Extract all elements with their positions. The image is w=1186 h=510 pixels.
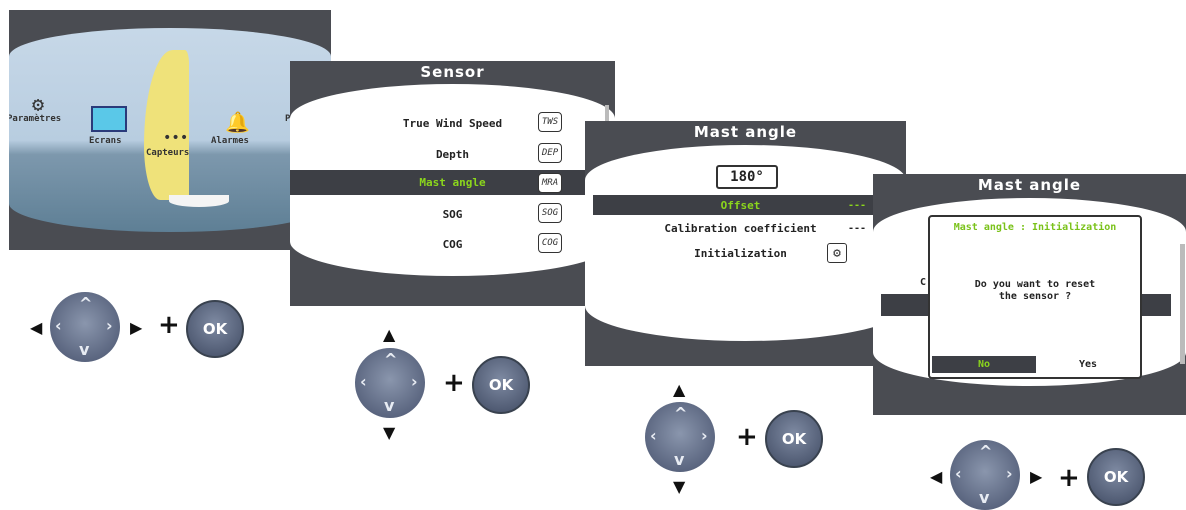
up-arrow-icon: ▲ [383, 325, 396, 344]
angle-value-box: 180° [716, 165, 778, 189]
dialog-message-line1: Do you want to reset [974, 279, 1096, 290]
screen-sensor: Sensor True Wind Speed TWS Depth DEP Mas… [290, 61, 615, 306]
chevron-right-icon: › [701, 426, 708, 445]
page-title: Sensor [420, 63, 485, 81]
plus-sign: + [1058, 463, 1080, 493]
sog-icon: SOG [538, 203, 562, 223]
chevron-down-icon: v [384, 396, 395, 415]
chevron-up-icon: ^ [674, 404, 688, 423]
chevron-up-icon: ^ [79, 294, 93, 313]
menu-item-ecrans[interactable]: Ecrans [89, 136, 122, 146]
down-arrow-icon: ▼ [383, 423, 396, 442]
direction-pad[interactable]: ^ ‹ › v [50, 292, 120, 362]
plus-sign: + [158, 310, 180, 340]
list-item[interactable]: COG [290, 233, 615, 255]
chevron-left-icon: ‹ [955, 464, 962, 483]
plus-sign: + [736, 422, 758, 452]
left-arrow-icon: ◀ [30, 318, 43, 337]
screen-initialization: Mast angle C Mast angle : Initialization… [873, 174, 1186, 415]
dialog-message-line2: the sensor ? [998, 291, 1072, 302]
mast-angle-icon: MRA [538, 173, 562, 193]
chevron-left-icon: ‹ [360, 372, 367, 391]
left-arrow-icon: ◀ [930, 467, 943, 486]
boat-hull [169, 195, 229, 207]
chevron-left-icon: ‹ [55, 316, 62, 335]
direction-pad[interactable]: ^ ‹ › v [355, 348, 425, 418]
bell-icon[interactable]: 🔔 [225, 110, 250, 134]
chevron-down-icon: v [979, 488, 990, 507]
dialog-title: Mast angle : Initialization [953, 222, 1117, 233]
gear-icon[interactable]: ⚙ [827, 243, 847, 263]
background-row-label: C [920, 277, 927, 288]
right-arrow-icon: ▶ [130, 318, 143, 337]
chevron-up-icon: ^ [979, 442, 993, 461]
depth-icon: DEP [538, 143, 562, 163]
down-arrow-icon: ▼ [673, 477, 686, 496]
scrollbar[interactable] [1180, 244, 1185, 364]
screens-icon[interactable] [91, 106, 127, 132]
chevron-left-icon: ‹ [650, 426, 657, 445]
right-arrow-icon: ▶ [1030, 467, 1043, 486]
plus-sign: + [443, 368, 465, 398]
menu-item-alarmes[interactable]: Alarmes [211, 136, 249, 146]
menu-item-capteurs[interactable]: Capteurs [146, 148, 189, 158]
list-item-selected[interactable]: Mast angle [290, 170, 615, 195]
gear-icon[interactable]: ⚙ [32, 92, 44, 116]
ok-button[interactable]: OK [765, 410, 823, 468]
direction-pad[interactable]: ^ ‹ › v [645, 402, 715, 472]
tws-icon: TWS [538, 112, 562, 132]
ok-button[interactable]: OK [186, 300, 244, 358]
list-item[interactable]: Depth [290, 143, 615, 165]
no-button[interactable]: No [932, 356, 1036, 373]
chevron-up-icon: ^ [384, 350, 398, 369]
ok-button[interactable]: OK [1087, 448, 1145, 506]
initialization-row[interactable]: Initialization [593, 242, 898, 264]
chevron-right-icon: › [1006, 464, 1013, 483]
chevron-down-icon: v [674, 450, 685, 469]
direction-pad[interactable]: ^ ‹ › v [950, 440, 1020, 510]
yes-button[interactable]: Yes [1038, 356, 1138, 373]
up-arrow-icon: ▲ [673, 380, 686, 399]
chevron-right-icon: › [411, 372, 418, 391]
list-item[interactable]: True Wind Speed [290, 112, 615, 134]
offset-row[interactable]: Offset --- [593, 195, 898, 215]
ok-button[interactable]: OK [472, 356, 530, 414]
confirm-dialog: Mast angle : Initialization Do you want … [928, 215, 1142, 379]
screen-mast-angle: Mast angle 180° Offset --- Calibration c… [585, 121, 906, 366]
cog-icon: COG [538, 233, 562, 253]
chevron-down-icon: v [79, 340, 90, 359]
list-item[interactable]: SOG [290, 203, 615, 225]
page-title: Mast angle [977, 176, 1082, 194]
chevron-right-icon: › [106, 316, 113, 335]
page-title: Mast angle [693, 123, 798, 141]
sensor-icon[interactable]: ••• [163, 130, 188, 146]
screen-main-menu: ⚙ Paramètres Ecrans ••• Capteurs 🔔 Alarm… [9, 10, 331, 250]
calibration-row[interactable]: Calibration coefficient --- [593, 218, 898, 238]
menu-item-parametres[interactable]: Paramètres [9, 114, 61, 124]
